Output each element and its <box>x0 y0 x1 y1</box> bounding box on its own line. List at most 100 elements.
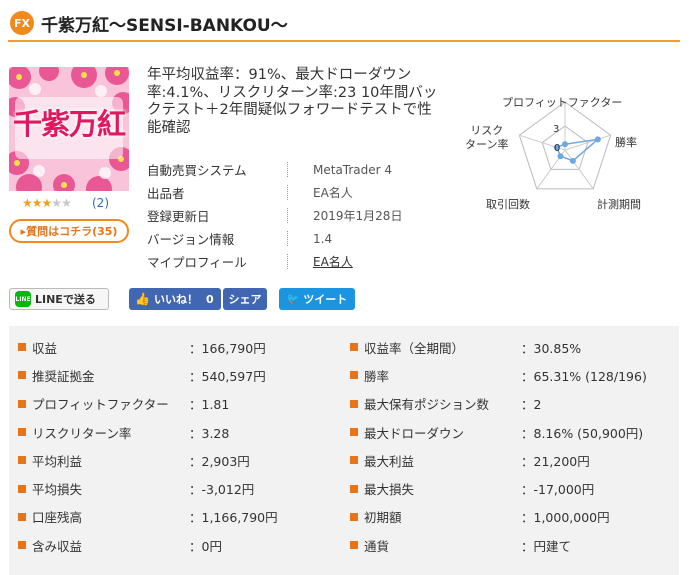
star-empty-icon: ★ <box>51 196 62 210</box>
fx-badge: FX <box>10 11 34 35</box>
bullet-icon <box>350 399 358 408</box>
facebook-like-count: 0 <box>206 292 214 306</box>
stat-label: 最大ドローダウン <box>364 425 465 441</box>
stat-row: 平均利益 ：2,903円 <box>18 446 348 474</box>
stat-label: 初期額 <box>364 510 402 526</box>
stat-label: 収益 <box>32 340 58 356</box>
stat-label: 最大損失 <box>364 482 415 498</box>
profile-link[interactable]: EA名人 <box>313 253 353 270</box>
stat-label: 最大保有ポジション数 <box>364 397 490 413</box>
stat-value: ：1,166,790円 <box>189 510 278 526</box>
bullet-icon <box>18 371 26 380</box>
bullet-icon <box>350 371 358 380</box>
stat-value: ：0円 <box>189 538 222 554</box>
stat-value: ：円建て <box>521 538 572 554</box>
divider <box>287 162 288 177</box>
question-button[interactable]: ▸質問はコチラ(35) <box>9 219 129 243</box>
star-icon: ★ <box>41 196 53 210</box>
stat-label: 平均損失 <box>32 482 83 498</box>
radar-label-period: 計測期間 <box>597 198 641 211</box>
radar-label-risk-return: リスク ターン率 <box>465 124 509 151</box>
performance-stats: 収益 ：166,790円 推奨証拠金 ：540,597円 プロフィットファクター ：1… <box>9 326 679 575</box>
info-row-version: バージョン情報 1.4 <box>147 227 447 250</box>
stats-left-column: 収益 ：166,790円 推奨証拠金 ：540,597円 プロフィットファクター ：1… <box>18 333 348 559</box>
stat-label: 勝率 <box>364 368 390 384</box>
radar-data-point <box>569 157 576 164</box>
radar-data-point <box>594 136 601 143</box>
divider <box>287 254 288 269</box>
stat-row: プロフィットファクター ：1.81 <box>18 390 348 418</box>
stat-row: 含み収益 ：0円 <box>18 531 348 559</box>
bullet-icon <box>18 399 26 408</box>
stat-row: 収益率（全期間） ：30.85% <box>350 333 680 361</box>
bullet-icon <box>350 343 358 352</box>
stat-row: 口座残高 ：1,166,790円 <box>18 503 348 531</box>
tweet-button[interactable]: 🐦 ツイート <box>279 288 355 310</box>
thumbs-up-icon: 👍 <box>135 292 150 306</box>
info-label: マイプロフィール <box>147 255 247 270</box>
info-label: 自動売買システム <box>147 163 247 178</box>
radar-label-profit-factor: プロフィットファクター <box>502 96 623 109</box>
star-empty-icon: ★ <box>61 196 72 210</box>
stat-label: プロフィットファクター <box>32 397 169 413</box>
line-share-label: LINEで送る <box>35 293 96 306</box>
product-thumbnail[interactable]: 千紫万紅 <box>9 67 129 191</box>
stat-label: リスクリターン率 <box>32 425 132 441</box>
stat-value: ：8.16% (50,900円) <box>521 425 644 441</box>
stat-value: ：540,597円 <box>189 368 266 384</box>
star-icon: ★ <box>22 196 33 210</box>
radar-scale-outer: 3 <box>553 124 560 135</box>
stat-row: 最大損失 ：-17,000円 <box>350 474 680 502</box>
stat-row: 通貨 ：円建て <box>350 531 680 559</box>
thumbnail-title: 千紫万紅 <box>12 107 126 141</box>
stat-label: 収益率（全期間） <box>364 340 465 356</box>
info-value: 1.4 <box>313 231 333 246</box>
tweet-label: ツイート <box>303 293 348 306</box>
bullet-icon <box>350 512 358 521</box>
stat-row: 平均損失 ：-3,012円 <box>18 474 348 502</box>
facebook-like-label: いいね！ <box>153 293 198 306</box>
stat-row: 最大保有ポジション数 ：2 <box>350 390 680 418</box>
stat-label: 含み収益 <box>32 538 83 554</box>
star-rating: ★★★★★ <box>22 196 72 210</box>
stat-value: ：1.81 <box>189 397 230 413</box>
product-summary: 年平均収益率：91%、最大ドローダウン率:4.1%、リスクリターン率:23 10… <box>147 67 438 136</box>
bullet-icon <box>18 456 26 465</box>
info-label: 登録更新日 <box>147 209 210 224</box>
bullet-icon <box>18 343 26 352</box>
facebook-share-button[interactable]: シェア <box>223 288 267 310</box>
info-row-profile: マイプロフィール EA名人 <box>147 250 447 273</box>
stat-value: ：1,000,000円 <box>521 510 610 526</box>
stat-label: 平均利益 <box>32 453 83 469</box>
stat-value: ：2,903円 <box>189 453 250 469</box>
stat-value: ：166,790円 <box>189 340 266 356</box>
stats-right-column: 収益率（全期間） ：30.85% 勝率 ：65.31% (128/196) 最大保有… <box>350 333 680 559</box>
radar-label-win-rate: 勝率 <box>615 136 637 149</box>
stat-label: 通貨 <box>364 538 390 554</box>
line-icon: LINE <box>15 291 31 307</box>
stat-value: ：30.85% <box>521 340 582 356</box>
bullet-icon <box>350 484 358 493</box>
radar-scale-inner: 0 <box>554 143 561 154</box>
info-row-seller: 出品者 EA名人 <box>147 181 447 204</box>
bullet-icon <box>18 428 26 437</box>
line-share-button[interactable]: LINE LINEで送る <box>9 288 109 310</box>
stat-row: 収益 ：166,790円 <box>18 333 348 361</box>
info-value: EA名人 <box>313 186 353 200</box>
page-title: 千紫万紅〜SENSI-BANKOU〜 <box>41 15 288 36</box>
stat-value: ：3.28 <box>189 425 230 441</box>
stat-row: 勝率 ：65.31% (128/196) <box>350 361 680 389</box>
radar-data-point <box>557 153 564 160</box>
radar-chart: プロフィットファクター 勝率 計測期間 取引回数 リスク ターン率 3 0 <box>455 88 685 218</box>
divider <box>287 208 288 223</box>
review-count-link[interactable]: (2) <box>92 196 109 210</box>
stat-row: 最大ドローダウン ：8.16% (50,900円) <box>350 418 680 446</box>
divider <box>287 185 288 200</box>
bullet-icon <box>350 456 358 465</box>
radar-label-trades: 取引回数 <box>486 198 530 211</box>
stat-label: 口座残高 <box>32 510 83 526</box>
stat-value: ：-3,012円 <box>189 482 255 498</box>
radar-data-point <box>562 141 568 148</box>
bullet-icon <box>18 484 26 493</box>
info-value: 2019年1月28日 <box>313 209 403 223</box>
